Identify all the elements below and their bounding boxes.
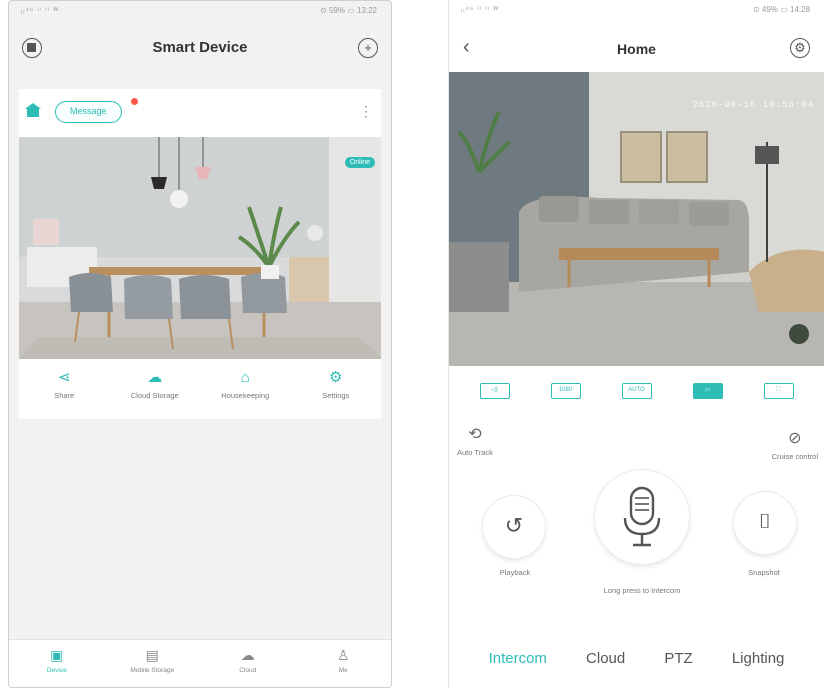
sound-toggle[interactable]: ◁) [479, 383, 510, 399]
tab-lighting[interactable]: Lighting [732, 650, 785, 686]
signal-indicator: ᵢᵢ⁴⁶ ˡⁱ ˡⁱ ᵂ [21, 6, 60, 15]
online-badge: Online [344, 157, 375, 168]
left-phone-screen: ᵢᵢ⁴⁶ ˡⁱ ˡⁱ ᵂ ⊙ 59% ▭ 13:22 Smart Device … [8, 0, 392, 688]
share-label: Share [54, 391, 75, 400]
ptz-toggle[interactable]: ▭ [692, 383, 723, 399]
housekeeping-label: Housekeeping [221, 391, 270, 400]
playback-button[interactable]: ↺ [483, 496, 545, 558]
cruise-icon: ⊘ [788, 430, 802, 447]
right-phone-screen: ᵢᵢ⁴⁶ ˡⁱ ˡⁱ ᵂ ⊙ 49% ▭ 14:28 ‹ Home ⚙ 2020… [448, 0, 824, 688]
tab-cloud[interactable]: Cloud [586, 650, 625, 686]
intercom-hint: Long press to Intercom [603, 586, 681, 595]
auto-track-button[interactable]: ⟲ Auto Track [457, 424, 493, 457]
status-info: ⊙ 59% ▭ 13:22 [320, 6, 377, 15]
notification-dot [131, 98, 138, 105]
snapshot-button[interactable]: ⌷ [734, 492, 796, 554]
playback-icon: ↺ [504, 513, 524, 538]
device-icon: ▣ [50, 647, 64, 663]
auto-track-label: Auto Track [457, 448, 493, 457]
bottom-tab-bar: ▣ Device ▤ Mobile Storage ☁ Cloud ♙ Me [9, 639, 391, 687]
tab-cloud-label: Cloud [239, 667, 257, 674]
tab-mobile-storage-label: Mobile Storage [130, 667, 175, 674]
tab-cloud[interactable]: ☁ Cloud [200, 640, 296, 687]
dining-room-photo [19, 137, 381, 359]
tab-device-label: Device [46, 667, 67, 674]
cloud-storage-action[interactable]: ☁ Cloud Storage [110, 365, 201, 415]
home-icon [25, 103, 41, 117]
status-bar: ᵢᵢ⁴⁶ ˡⁱ ˡⁱ ᵂ ⊙ 59% ▭ 13:22 [9, 1, 391, 23]
housekeeping-action[interactable]: ⌂ Housekeeping [200, 365, 291, 415]
signal-indicator: ᵢᵢ⁴⁶ ˡⁱ ˡⁱ ᵂ [461, 5, 500, 14]
tab-ptz[interactable]: PTZ [664, 650, 692, 686]
share-action[interactable]: ⋖ Share [19, 365, 110, 415]
person-icon: ♙ [336, 647, 350, 663]
gear-icon: ⚙ [329, 369, 343, 386]
settings-icon[interactable]: ⚙ [790, 38, 810, 58]
device-action-row: ⋖ Share ☁ Cloud Storage ⌂ Housekeeping ⚙… [19, 365, 381, 415]
storage-icon: ▤ [145, 647, 159, 663]
status-bar: ᵢᵢ⁴⁶ ˡⁱ ˡⁱ ᵂ ⊙ 49% ▭ 14:28 [449, 0, 824, 22]
nav-bar: ‹ Home ⚙ [449, 22, 824, 72]
device-card[interactable]: Message ⋮ Online ⋖ Share ☁ Cloud Storage… [19, 89, 381, 419]
auto-toggle[interactable]: AUTO [621, 383, 652, 399]
page-title: Home [617, 41, 656, 57]
page-title: Smart Device [152, 39, 248, 56]
live-camera-view[interactable]: 2020-08-16 10:58:04 [449, 72, 824, 366]
add-device-icon[interactable]: + [358, 38, 378, 58]
microphone-icon [623, 486, 661, 547]
settings-label: Settings [322, 391, 350, 400]
living-room-photo [449, 72, 824, 366]
more-options-icon[interactable]: ⋮ [359, 103, 373, 120]
tab-me[interactable]: ♙ Me [296, 640, 392, 687]
app-header: Smart Device + [9, 23, 391, 73]
cloud-storage-label: Cloud Storage [130, 391, 179, 400]
status-info: ⊙ 49% ▭ 14:28 [753, 5, 810, 14]
settings-action[interactable]: ⚙ Settings [291, 365, 382, 415]
playback-label: Playback [499, 568, 531, 577]
camera-preview[interactable]: Online [19, 137, 381, 359]
share-icon: ⋖ [57, 369, 71, 386]
fullscreen-toggle[interactable]: ⛶ [763, 383, 794, 399]
device-name-pill[interactable]: Message [55, 101, 122, 123]
tab-me-label: Me [338, 667, 348, 674]
snapshot-label: Snapshot [748, 568, 780, 577]
cloud-icon: ☁ [240, 647, 255, 663]
tab-mobile-storage[interactable]: ▤ Mobile Storage [105, 640, 201, 687]
tab-intercom[interactable]: Intercom [489, 650, 547, 686]
tab-device[interactable]: ▣ Device [9, 640, 105, 687]
cloud-icon: ☁ [147, 369, 163, 386]
house-icon: ⌂ [240, 369, 250, 386]
camera-icon: ⌷ [759, 511, 771, 533]
cruise-control-button[interactable]: ⊘ Cruise control [772, 428, 818, 461]
video-timestamp: 2020-08-16 10:58:04 [692, 100, 814, 110]
intercom-button[interactable] [595, 470, 689, 564]
function-tabs: Intercom Cloud PTZ Lighting [449, 650, 824, 686]
track-icon: ⟲ [468, 426, 482, 443]
quality-toggle[interactable]: 1080 [550, 383, 581, 399]
cruise-control-label: Cruise control [771, 452, 818, 461]
video-controls: ◁) 1080 AUTO ▭ ⛶ [449, 374, 824, 408]
